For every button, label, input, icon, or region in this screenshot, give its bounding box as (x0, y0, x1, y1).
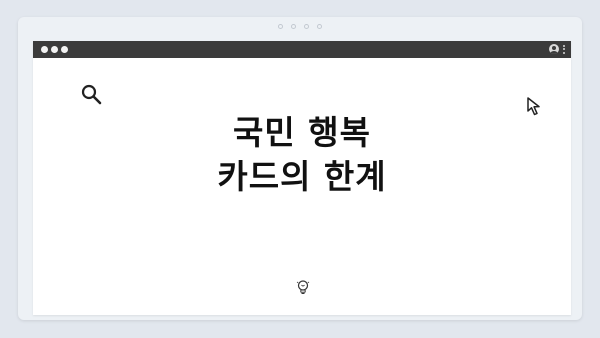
window-controls (41, 46, 68, 53)
titlebar-actions (549, 44, 565, 54)
frame-dot (304, 24, 309, 29)
window-titlebar (33, 41, 571, 58)
browser-window: 국민 행복 카드의 한계 (33, 41, 571, 315)
frame-dot (291, 24, 296, 29)
slide-title: 국민 행복 카드의 한계 (33, 111, 571, 199)
close-dot[interactable] (41, 46, 48, 53)
user-icon[interactable] (549, 44, 559, 54)
minimize-dot[interactable] (51, 46, 58, 53)
kebab-menu-icon[interactable] (563, 44, 565, 54)
page-background: 국민 행복 카드의 한계 (0, 0, 600, 338)
maximize-dot[interactable] (61, 46, 68, 53)
slide-title-line-1: 국민 행복 (233, 113, 371, 152)
lightbulb-icon (296, 280, 310, 294)
search-icon (81, 84, 102, 105)
frame-dot (317, 24, 322, 29)
frame-dot (278, 24, 283, 29)
slide-title-line-2: 카드의 한계 (217, 157, 387, 196)
frame-dots (278, 24, 322, 29)
